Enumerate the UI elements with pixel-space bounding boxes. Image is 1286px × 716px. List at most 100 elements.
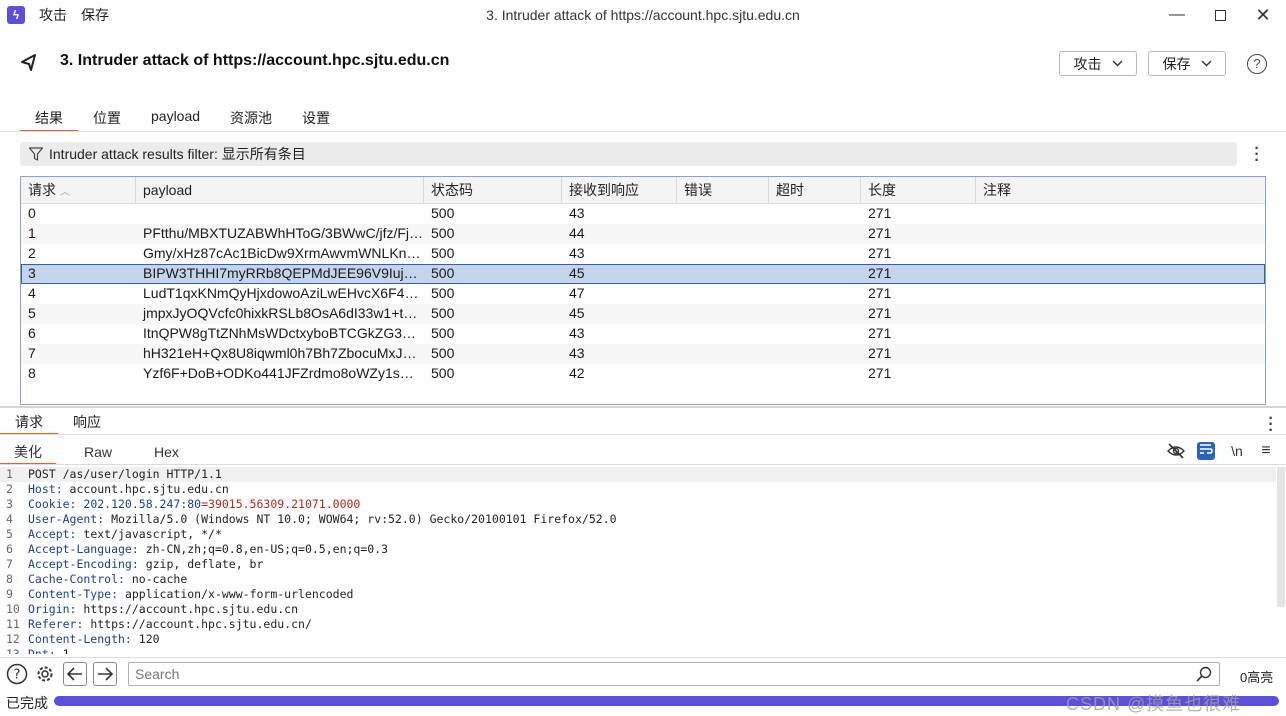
- table-row[interactable]: 6 ItnQPW8gTtZNhMsWDctxyboBTCGkZG3FH... 500…: [21, 324, 1265, 344]
- table-cell: 500: [431, 305, 455, 321]
- table-row[interactable]: 8 Yzf6F+DoB+ODKo441JFZrdmo8oWZy1sQ9... 500…: [21, 364, 1265, 384]
- tab-payload[interactable]: payload: [136, 108, 215, 131]
- filter-icon: [28, 147, 44, 161]
- table-cell: Yzf6F+DoB+ODKo441JFZrdmo8oWZy1sQ9...: [143, 365, 424, 381]
- view-tabs: 美化 Raw Hex: [0, 440, 207, 465]
- tab-request[interactable]: 请求: [0, 410, 58, 435]
- close-icon[interactable]: ✕: [1240, 0, 1286, 30]
- tab-response[interactable]: 响应: [58, 410, 116, 434]
- column-header[interactable]: 超时: [769, 177, 861, 203]
- table-cell: [976, 244, 1265, 264]
- hide-nonprintable-icon[interactable]: [1167, 442, 1185, 460]
- table-cell: 43: [569, 345, 585, 361]
- help-icon[interactable]: ?: [1247, 54, 1267, 74]
- table-cell: [769, 284, 861, 304]
- attack-dropdown-button[interactable]: 攻击: [1059, 51, 1137, 76]
- table-cell: 43: [569, 205, 585, 221]
- table-cell: jmpxJyOQVcfc0hixkRSLb8OsA6dI33w1+tTl...: [143, 305, 424, 321]
- save-dropdown-button[interactable]: 保存: [1148, 51, 1226, 76]
- menu-attack[interactable]: 攻击: [39, 5, 67, 25]
- help-icon[interactable]: ?: [6, 663, 28, 685]
- settings-gear-icon[interactable]: [34, 663, 56, 685]
- column-header[interactable]: 接收到响应: [562, 177, 677, 203]
- table-row[interactable]: 7 hH321eH+Qx8U8iqwml0h7Bh7ZbocuMxJH... 500…: [21, 344, 1265, 364]
- table-cell: 500: [431, 205, 455, 221]
- code-text: Host: account.hpc.sjtu.edu.cn: [22, 482, 229, 497]
- attack-button-label: 攻击: [1073, 55, 1102, 72]
- column-header[interactable]: 状态码: [424, 177, 562, 203]
- header-value: zh-CN,zh;q=0.8,en-US;q=0.5,en;q=0.3: [138, 542, 389, 556]
- header-name: Content-Type:: [28, 587, 119, 601]
- table-row[interactable]: 2 Gmy/xHz87cAc1BicDw9XrmAwvmWNLKnU... 500 4…: [21, 244, 1265, 264]
- menu-save[interactable]: 保存: [81, 5, 109, 25]
- tab-raw[interactable]: Raw: [70, 440, 126, 464]
- request-editor[interactable]: 1 POST /as/user/login HTTP/1.1 2 Host: acco…: [0, 467, 1276, 654]
- column-header[interactable]: 长度: [861, 177, 976, 203]
- line-number: 2: [6, 482, 13, 496]
- filter-more-icon[interactable]: · · ·: [1249, 141, 1265, 169]
- table-row[interactable]: 1 PFtthu/MBXTUZABWhHToG/3BWwC/jfz/Fje... 5…: [21, 224, 1265, 244]
- table-row[interactable]: 5 jmpxJyOQVcfc0hixkRSLb8OsA6dI33w1+tTl...…: [21, 304, 1265, 324]
- table-cell: [769, 344, 861, 364]
- word-wrap-icon[interactable]: [1197, 442, 1215, 460]
- search-input[interactable]: [128, 662, 1220, 686]
- tab-settings[interactable]: 设置: [287, 108, 345, 131]
- panel-divider[interactable]: [0, 406, 1286, 408]
- table-cell: 42: [569, 365, 585, 381]
- table-cell: [976, 324, 1265, 344]
- tab-hex[interactable]: Hex: [140, 440, 193, 464]
- header-name: User-Agent:: [28, 512, 105, 526]
- column-header[interactable]: 注释: [976, 177, 1265, 203]
- table-cell: [976, 264, 1265, 284]
- tab-resource-pool[interactable]: 资源池: [215, 108, 287, 131]
- table-cell: 500: [431, 265, 455, 281]
- table-cell: 47: [569, 285, 585, 301]
- table-cell: 271: [868, 325, 892, 341]
- column-header[interactable]: 错误: [677, 177, 769, 203]
- line-number: 11: [6, 617, 20, 631]
- search-bar: ? 0高亮: [0, 657, 1286, 689]
- header-value: application/x-www-form-urlencoded: [118, 587, 354, 601]
- column-header[interactable]: 请求 ︿: [21, 177, 136, 203]
- message-more-icon[interactable]: · · ·: [1263, 411, 1279, 439]
- page-header: 3. Intruder attack of https://account.hp…: [0, 30, 1286, 100]
- table-cell: [976, 304, 1265, 324]
- results-filter-bar[interactable]: Intruder attack results filter: 显示所有条目: [20, 142, 1237, 166]
- tab-pretty[interactable]: 美化: [0, 440, 56, 465]
- column-header[interactable]: payload: [136, 177, 424, 203]
- table-cell: 2: [28, 245, 36, 261]
- code-line: 9 Content-Type: application/x-www-form-ur…: [0, 587, 1276, 602]
- next-arrow-icon[interactable]: [93, 662, 117, 686]
- main-tabs: 结果 位置 payload 资源池 设置: [20, 108, 345, 132]
- maximize-icon[interactable]: [1197, 0, 1243, 30]
- table-cell: 6: [28, 325, 36, 341]
- table-cell: [976, 344, 1265, 364]
- status-bar: 已完成 CSDN @摸鱼也很难: [0, 689, 1286, 715]
- tab-results[interactable]: 结果: [20, 108, 78, 132]
- watermark: CSDN @摸鱼也很难: [1066, 694, 1242, 714]
- line-number: 7: [6, 557, 13, 571]
- table-row[interactable]: 4 LudT1qxKNmQyHjxdowoAziLwEHvcX6F4g4... 50…: [21, 284, 1265, 304]
- table-row[interactable]: 3 BIPW3THHI7myRRb8QEPMdJEE96V9IujOb8... 50…: [21, 264, 1265, 284]
- table-cell: 500: [431, 365, 455, 381]
- table-cell: [136, 204, 424, 224]
- back-arrow-icon[interactable]: [19, 52, 39, 72]
- minimize-icon[interactable]: —: [1154, 0, 1200, 30]
- table-row[interactable]: 0 500 43 271: [21, 204, 1265, 224]
- table-cell: 500: [431, 245, 455, 261]
- table-cell: 0: [28, 205, 36, 221]
- previous-arrow-icon[interactable]: [63, 662, 87, 686]
- burp-logo-icon: ϟ: [7, 6, 25, 24]
- table-cell: 271: [868, 285, 892, 301]
- table-cell: 271: [868, 245, 892, 261]
- menu-icon[interactable]: ≡: [1257, 442, 1275, 460]
- save-button-label: 保存: [1162, 55, 1191, 72]
- editor-scrollbar[interactable]: [1277, 467, 1285, 607]
- header-name: Cache-Control:: [28, 572, 125, 586]
- header-value: POST /as/user/login HTTP/1.1: [28, 467, 222, 481]
- table-cell: 7: [28, 345, 36, 361]
- tab-positions[interactable]: 位置: [78, 108, 136, 131]
- newline-toggle-icon[interactable]: \n: [1228, 442, 1246, 460]
- code-text: Origin: https://account.hpc.sjtu.edu.cn: [22, 602, 298, 617]
- table-cell: 271: [868, 225, 892, 241]
